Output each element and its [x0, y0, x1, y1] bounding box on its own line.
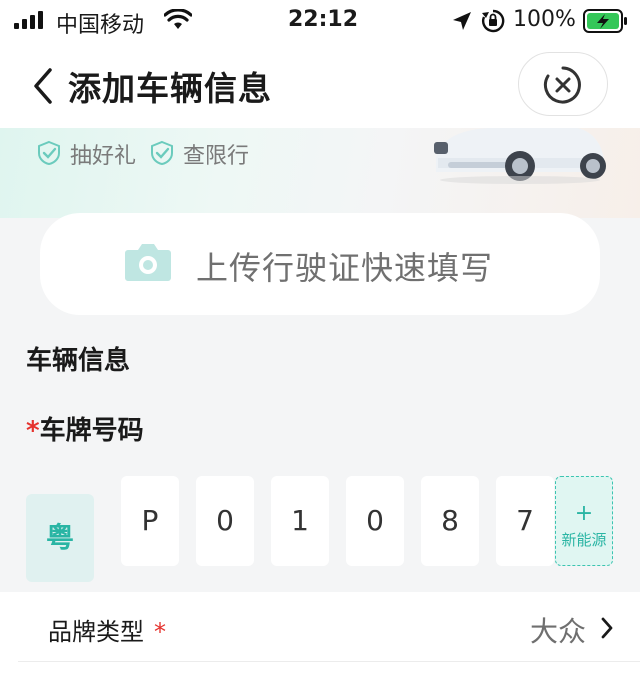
plate-char-box[interactable]: 7	[496, 476, 554, 566]
rotation-lock-icon	[482, 9, 505, 33]
plate-char-box[interactable]: 0	[196, 476, 254, 566]
location-arrow-icon	[453, 12, 471, 30]
battery-percent: 100%	[513, 7, 576, 32]
page-title: 添加车辆信息	[68, 69, 272, 108]
new-energy-button[interactable]: + 新能源	[555, 476, 613, 566]
clock: 22:12	[288, 7, 359, 32]
close-button[interactable]	[518, 52, 608, 116]
required-mark: *	[154, 618, 166, 646]
brand-type-value: 大众	[530, 615, 587, 648]
required-mark: *	[26, 416, 40, 446]
plate-char-box[interactable]: P	[121, 476, 179, 566]
back-icon[interactable]	[30, 66, 56, 106]
plate-number-label: *车牌号码	[26, 416, 144, 446]
car-illustration	[434, 128, 606, 184]
perk-item: 查限行	[149, 138, 249, 170]
new-energy-label: 新能源	[561, 531, 607, 549]
plate-char-box[interactable]: 0	[346, 476, 404, 566]
upload-label: 上传行驶证快速填写	[196, 249, 494, 287]
signal-icon	[14, 11, 46, 29]
section-title: 车辆信息	[26, 346, 131, 376]
divider	[18, 661, 640, 662]
battery-charging-icon	[583, 9, 627, 33]
nav-bar: 添加车辆信息	[0, 42, 640, 128]
wifi-icon	[164, 9, 192, 29]
plate-char-box[interactable]: 8	[421, 476, 479, 566]
chevron-right-icon	[601, 617, 613, 639]
check-shield-icon	[38, 140, 60, 166]
carrier-name: 中国移动	[56, 13, 145, 38]
plate-char-box[interactable]: 1	[271, 476, 329, 566]
camera-icon	[125, 244, 171, 281]
brand-type-label: 品牌类型 *	[48, 618, 166, 646]
perk-item: 抽好礼	[36, 138, 136, 170]
brand-type-row[interactable]: 品牌类型 * 大众	[0, 592, 640, 682]
status-bar: 中国移动 22:12 100%	[0, 0, 640, 42]
close-circle-icon	[543, 66, 581, 104]
check-shield-icon	[151, 140, 173, 166]
promo-banner: 抽好礼 查限行	[0, 128, 640, 218]
province-selector[interactable]: 粤	[26, 494, 94, 582]
plus-icon: +	[574, 501, 594, 526]
upload-license-button[interactable]: 上传行驶证快速填写	[40, 213, 600, 315]
